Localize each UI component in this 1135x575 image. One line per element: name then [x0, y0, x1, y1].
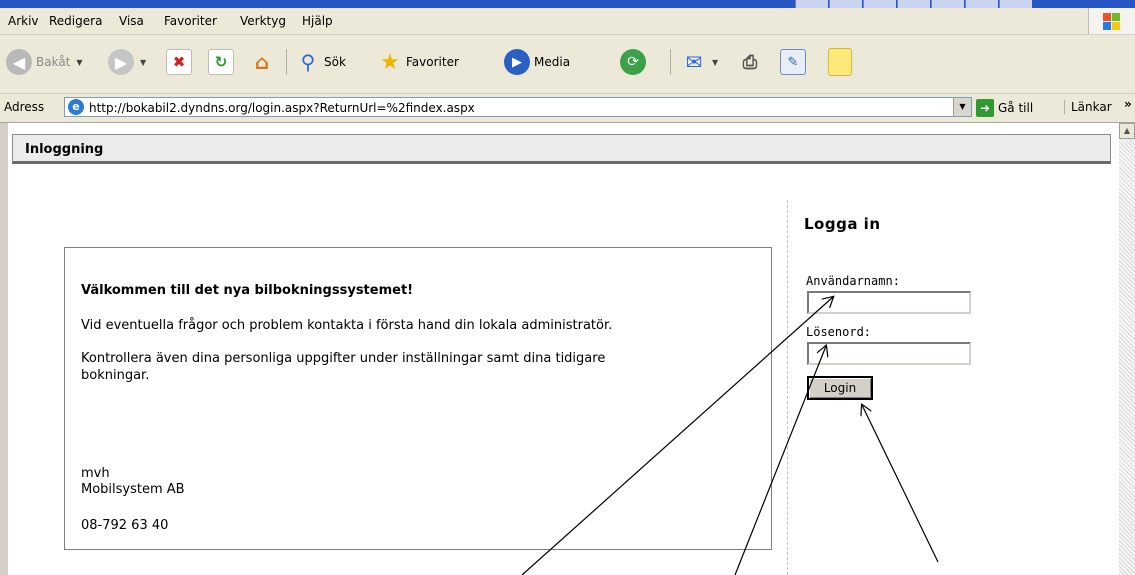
username-field[interactable] — [807, 291, 971, 314]
back-button[interactable]: ◀ Bakåt ▼ — [6, 47, 83, 77]
password-label: Lösenord: — [806, 325, 872, 339]
taskbar-deco — [999, 0, 1032, 8]
toolbar-separator — [670, 49, 671, 75]
go-button[interactable]: ➜ Gå till — [976, 98, 1033, 118]
taskbar-deco — [795, 0, 828, 8]
history-icon: ⟳ — [620, 49, 646, 75]
login-heading: Logga in — [804, 215, 881, 233]
edit-button[interactable]: ✎ — [780, 47, 806, 77]
print-button[interactable]: ⎙ — [738, 47, 762, 77]
welcome-box: Välkommen till det nya bilbokningssystem… — [64, 247, 772, 550]
go-arrow-icon: ➜ — [976, 99, 994, 117]
password-field[interactable] — [807, 342, 971, 365]
go-label: Gå till — [998, 101, 1034, 115]
search-label: Sök — [324, 55, 346, 69]
forward-icon: ▶ — [108, 49, 134, 75]
media-button[interactable]: ▶ Media — [504, 47, 570, 77]
stop-button[interactable]: ✖ — [166, 47, 192, 77]
login-button[interactable]: Login — [807, 376, 873, 400]
menu-arkiv[interactable]: Arkiv — [8, 14, 39, 28]
links-button[interactable]: Länkar — [1064, 100, 1112, 114]
favorites-star-icon: ★ — [380, 49, 400, 75]
welcome-text: bokningar. — [81, 368, 150, 383]
windows-logo-icon — [1088, 8, 1135, 34]
menu-bar: Arkiv Redigera Visa Favoriter Verktyg Hj… — [0, 8, 1135, 35]
print-icon: ⎙ — [742, 51, 758, 73]
signoff-text: mvh — [81, 466, 110, 481]
menu-verktyg[interactable]: Verktyg — [240, 14, 286, 28]
chevron-down-icon[interactable]: ▼ — [953, 98, 971, 116]
media-label: Media — [534, 55, 571, 69]
address-label: Adress — [4, 100, 45, 114]
stop-icon: ✖ — [166, 49, 192, 75]
welcome-title: Välkommen till det nya bilbokningssystem… — [81, 283, 414, 298]
chevron-down-icon: ▼ — [140, 57, 147, 67]
back-label: Bakåt — [36, 55, 71, 69]
window-titlebar — [0, 0, 1135, 8]
forward-button[interactable]: ▶ ▼ — [108, 47, 146, 77]
menu-visa[interactable]: Visa — [119, 14, 144, 28]
menu-redigera[interactable]: Redigera — [49, 14, 102, 28]
home-icon: ⌂ — [254, 50, 270, 74]
media-icon: ▶ — [504, 49, 530, 75]
username-label: Användarnamn: — [806, 274, 900, 288]
company-name: Mobilsystem AB — [81, 482, 185, 497]
links-chevron[interactable]: » — [1124, 97, 1132, 111]
taskbar-deco — [897, 0, 930, 8]
arrow-to-login-button — [862, 405, 939, 563]
vertical-scrollbar[interactable] — [1119, 123, 1135, 575]
taskbar-deco — [829, 0, 862, 8]
welcome-text: Vid eventuella frågor och problem kontak… — [81, 318, 613, 333]
mail-icon: ✉ — [685, 50, 703, 74]
phone-number: 08-792 63 40 — [81, 518, 169, 533]
mail-button[interactable]: ✉ ▼ — [682, 47, 719, 77]
history-button[interactable]: ⟳ — [620, 47, 646, 77]
refresh-icon: ↻ — [208, 49, 234, 75]
menu-favoriter[interactable]: Favoriter — [164, 14, 217, 28]
toolbar-separator — [286, 49, 287, 75]
taskbar-deco — [931, 0, 964, 8]
page-title: Inloggning — [25, 142, 104, 157]
toolbar: ◀ Bakåt ▼ ▶ ▼ ✖ ↻ ⌂ ⚲ Sök ★ Favoriter ▶ … — [0, 35, 1135, 94]
chevron-down-icon: ▼ — [712, 57, 719, 67]
address-bar: Adress e http://bokabil2.dyndns.org/logi… — [0, 94, 1135, 123]
viewport-border — [0, 123, 8, 575]
menu-hjalp[interactable]: Hjälp — [302, 14, 333, 28]
welcome-text: Kontrollera även dina personliga uppgift… — [81, 351, 606, 366]
home-button[interactable]: ⌂ — [250, 47, 274, 77]
chevron-down-icon: ▼ — [76, 57, 83, 67]
address-input[interactable]: e http://bokabil2.dyndns.org/login.aspx?… — [64, 97, 972, 117]
search-button[interactable]: ⚲ Sök — [296, 47, 346, 77]
favorites-label: Favoriter — [406, 55, 459, 69]
refresh-button[interactable]: ↻ — [208, 47, 234, 77]
page-header: Inloggning — [12, 134, 1111, 164]
back-icon: ◀ — [6, 49, 32, 75]
note-button[interactable] — [828, 47, 852, 77]
scroll-up-button[interactable]: ▲ — [1119, 123, 1135, 139]
address-url: http://bokabil2.dyndns.org/login.aspx?Re… — [89, 101, 475, 115]
ie-page-icon: e — [68, 99, 84, 115]
column-divider — [787, 200, 788, 575]
favorites-button[interactable]: ★ Favoriter — [378, 47, 459, 77]
edit-icon: ✎ — [780, 49, 806, 75]
search-icon: ⚲ — [300, 50, 316, 74]
taskbar-deco — [863, 0, 896, 8]
note-icon — [828, 48, 852, 76]
taskbar-deco — [965, 0, 998, 8]
